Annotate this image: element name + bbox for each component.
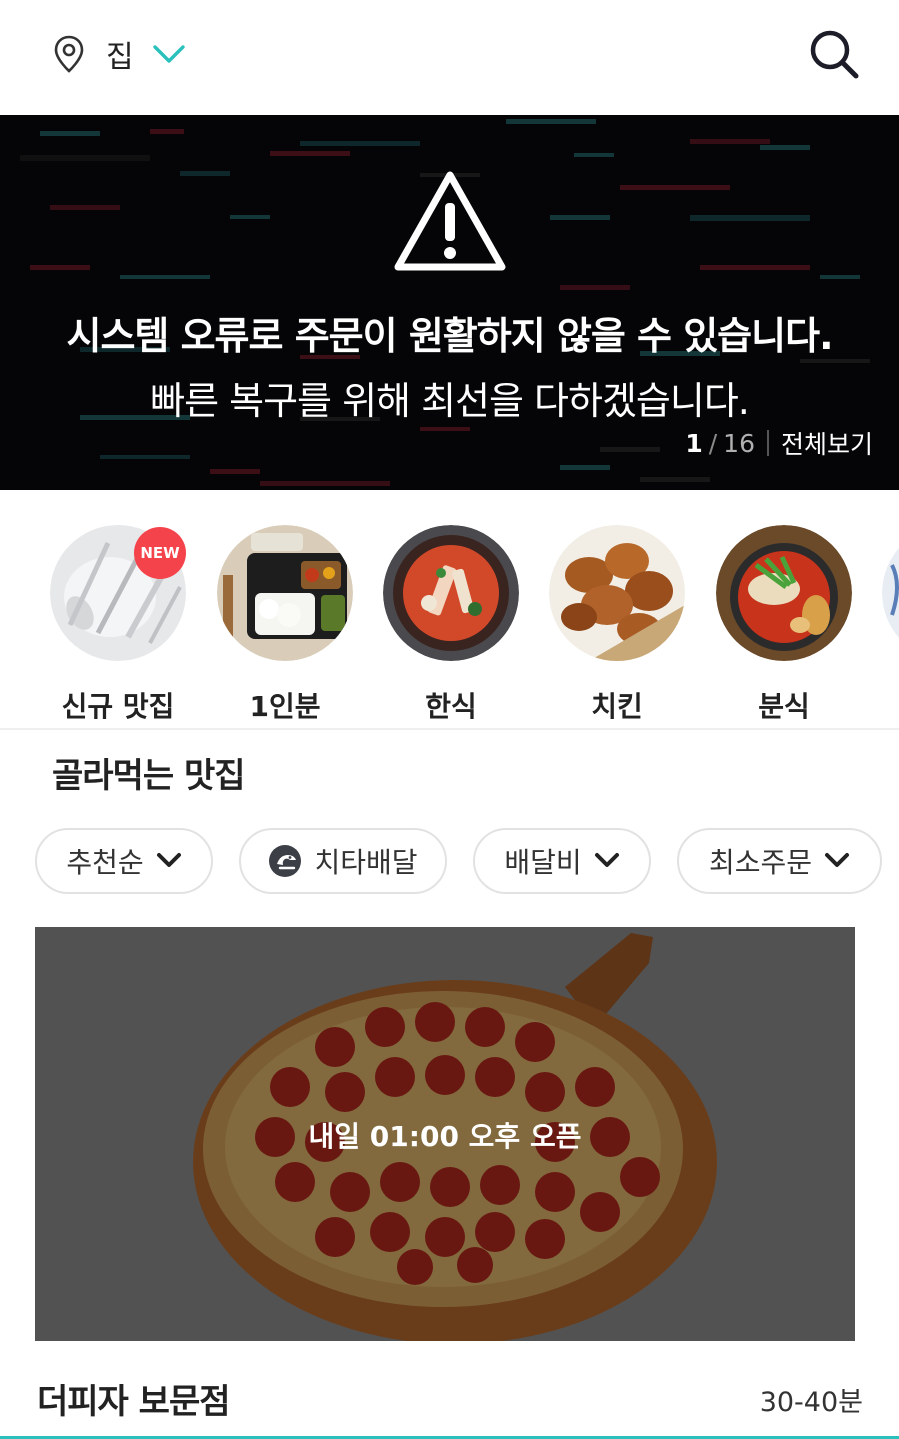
restaurant-image[interactable]: 내일 01:00 오후 오픈	[35, 927, 855, 1341]
category-label: 1인분	[249, 690, 321, 723]
top-header: 집	[0, 0, 899, 115]
restaurant-name[interactable]: 더피자 보문점	[37, 1374, 231, 1423]
cheetah-delivery-chip[interactable]: 치타배달	[239, 828, 447, 894]
chevron-down-icon	[825, 853, 850, 867]
category-single-serving[interactable]: 1인분	[217, 525, 353, 725]
category-korean[interactable]: 한식	[383, 525, 519, 725]
category-single-serving-image	[217, 525, 353, 661]
category-label: 분식	[758, 690, 810, 723]
category-next-partial[interactable]	[882, 525, 899, 665]
chevron-down-icon	[594, 853, 619, 867]
location-selector[interactable]: 집	[52, 30, 186, 78]
banner-subline: 빠른 복구를 위해 최선을 다하겠습니다.	[150, 379, 750, 423]
banner-headline: 시스템 오류로 주문이 원활하지 않을 수 있습니다.	[66, 314, 833, 358]
category-chicken-image	[549, 525, 685, 661]
delivery-time: 30-40분	[759, 1387, 863, 1418]
search-icon[interactable]	[806, 26, 862, 82]
delivery-fee-chip[interactable]: 배달비	[473, 828, 651, 894]
chip-label: 추천순	[66, 846, 144, 879]
category-row: 신규 맛집 1인분 한식 치킨 분식	[0, 490, 899, 730]
banner-page-current: 1	[685, 428, 703, 458]
category-snack-image	[716, 525, 852, 661]
category-chicken[interactable]: 치킨	[549, 525, 685, 725]
banner-page-separator: /	[708, 428, 718, 458]
chip-label: 치타배달	[314, 846, 418, 879]
chip-label: 최소주문	[708, 846, 813, 879]
cheetah-icon	[269, 845, 302, 877]
category-snack[interactable]: 분식	[716, 525, 852, 725]
banner-page-total: 16	[723, 428, 755, 458]
section-title: 골라먹는 맛집	[52, 756, 246, 796]
category-next-image	[882, 548, 899, 638]
category-korean-image	[383, 525, 519, 661]
location-pin-icon	[54, 35, 84, 73]
chevron-down-icon[interactable]	[152, 43, 186, 65]
open-notice: 내일 01:00 오후 오픈	[308, 1120, 582, 1153]
banner-pager: 1 / 16 전체보기	[685, 425, 873, 461]
new-badge: NEW	[134, 527, 186, 579]
chevron-down-icon	[156, 853, 181, 867]
category-label: 한식	[425, 690, 477, 723]
divider	[766, 430, 769, 456]
notice-banner[interactable]: 시스템 오류로 주문이 원활하지 않을 수 있습니다. 빠른 복구를 위해 최선…	[0, 115, 899, 490]
warning-icon	[394, 171, 506, 271]
min-order-chip[interactable]: 최소주문	[677, 828, 882, 894]
category-label: 신규 맛집	[61, 690, 175, 723]
chip-label: 배달비	[504, 846, 582, 879]
sort-filter-chip[interactable]: 추천순	[35, 828, 213, 894]
location-name[interactable]: 집	[106, 32, 134, 76]
filter-row: 추천순 치타배달 배달비 최소주문	[0, 828, 899, 896]
category-label: 치킨	[591, 690, 643, 723]
view-all-link[interactable]: 전체보기	[781, 425, 873, 461]
